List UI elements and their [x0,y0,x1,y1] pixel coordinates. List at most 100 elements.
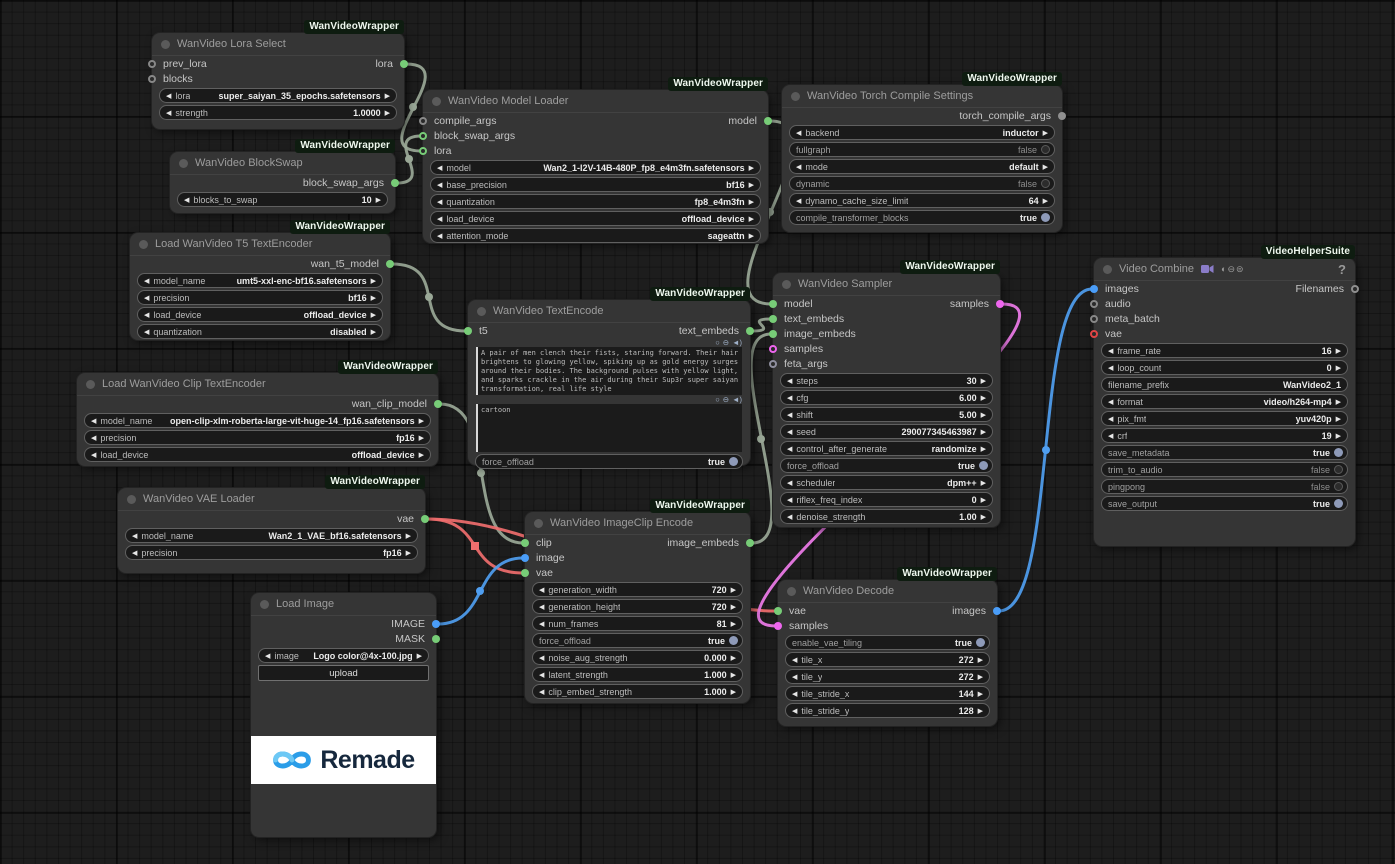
node-header[interactable]: WanVideo ImageClip Encode [525,512,750,535]
widget-crf[interactable]: ◀crf19▶ [1101,428,1348,443]
widget-left-arrow-icon[interactable]: ◀ [796,197,801,205]
widget-left-arrow-icon[interactable]: ◀ [539,620,544,628]
node-vae-loader[interactable]: WanVideo VAE Loadervae◀model_nameWan2_1_… [118,488,425,573]
circle-icon[interactable]: ○ [715,395,720,404]
node-model-loader[interactable]: WanVideo Model Loadercompile_argsmodelbl… [423,90,768,243]
widget-right-arrow-icon[interactable]: ▶ [1336,347,1341,355]
node-imageclip[interactable]: WanVideo ImageClip Encodeclipimage_embed… [525,512,750,703]
collapse-dot-icon[interactable] [179,159,188,168]
widget-cfg[interactable]: ◀cfg6.00▶ [780,390,993,405]
slot-out-lora[interactable] [400,60,408,68]
widget-right-arrow-icon[interactable]: ▶ [731,620,736,628]
slot-out-images[interactable] [993,607,1001,615]
widget-model_name[interactable]: ◀model_nameWan2_1_VAE_bf16.safetensors▶ [125,528,418,543]
widget-right-arrow-icon[interactable]: ▶ [417,652,422,660]
slot-in-vae[interactable] [521,569,529,577]
widget-right-arrow-icon[interactable]: ▶ [1336,364,1341,372]
widget-left-arrow-icon[interactable]: ◀ [144,311,149,319]
node-graph-canvas[interactable]: WanVideoWrapperWanVideo Lora Selectprev_… [0,0,1395,864]
slot-out-torch_compile_args[interactable] [1058,112,1066,120]
node-t5-loader[interactable]: Load WanVideo T5 TextEncoderwan_t5_model… [130,233,390,340]
widget-left-arrow-icon[interactable]: ◀ [144,294,149,302]
widget-right-arrow-icon[interactable]: ▶ [749,198,754,206]
collapse-dot-icon[interactable] [260,600,269,609]
widget-right-arrow-icon[interactable]: ▶ [978,707,983,715]
toggle-knob[interactable] [1334,448,1343,457]
widget-precision[interactable]: ◀precisionfp16▶ [84,430,431,445]
collapse-dot-icon[interactable] [139,240,148,249]
widget-right-arrow-icon[interactable]: ▶ [1043,197,1048,205]
widget-denoise_strength[interactable]: ◀denoise_strength1.00▶ [780,509,993,524]
widget-right-arrow-icon[interactable]: ▶ [981,377,986,385]
widget-right-arrow-icon[interactable]: ▶ [419,417,424,425]
slot-in-samples[interactable] [769,345,777,353]
node-textencode[interactable]: WanVideo TextEncodet5text_embeds○⊖◄)A pa… [468,300,750,465]
widget-left-arrow-icon[interactable]: ◀ [437,198,442,206]
slot-out-wan_t5_model[interactable] [386,260,394,268]
slot-in-image_embeds[interactable] [769,330,777,338]
node-load-image[interactable]: Load ImageIMAGEMASK◀imageLogo color@4x-1… [251,593,436,837]
widget-dynamic[interactable]: dynamicfalse [789,176,1055,191]
widget-save_metadata[interactable]: save_metadatatrue [1101,445,1348,460]
slot-in-vae[interactable] [774,607,782,615]
widget-clip_embed_strength[interactable]: ◀clip_embed_strength1.000▶ [532,684,743,699]
widget-left-arrow-icon[interactable]: ◀ [437,164,442,172]
widget-left-arrow-icon[interactable]: ◀ [184,196,189,204]
widget-right-arrow-icon[interactable]: ▶ [406,532,411,540]
widget-load_device[interactable]: ◀load_deviceoffload_device▶ [430,211,761,226]
widget-left-arrow-icon[interactable]: ◀ [539,603,544,611]
widget-enable_vae_tiling[interactable]: enable_vae_tilingtrue [785,635,990,650]
slot-in-lora[interactable] [419,147,427,155]
widget-precision[interactable]: ◀precisionfp16▶ [125,545,418,560]
node-blockswap[interactable]: WanVideo BlockSwapblock_swap_args◀blocks… [170,152,395,213]
widget-precision[interactable]: ◀precisionbf16▶ [137,290,383,305]
widget-right-arrow-icon[interactable]: ▶ [1336,398,1341,406]
toggle-knob[interactable] [1334,482,1343,491]
node-sampler[interactable]: WanVideo Samplermodelsamplestext_embedsi… [773,273,1000,527]
widget-lora[interactable]: ◀lorasuper_saiyan_35_epochs.safetensors▶ [159,88,397,103]
collapse-dot-icon[interactable] [1103,265,1112,274]
widget-left-arrow-icon[interactable]: ◀ [539,688,544,696]
widget-mode[interactable]: ◀modedefault▶ [789,159,1055,174]
widget-image[interactable]: ◀imageLogo color@4x-100.jpg▶ [258,648,429,663]
widget-left-arrow-icon[interactable]: ◀ [132,549,137,557]
collapse-dot-icon[interactable] [787,587,796,596]
widget-strength[interactable]: ◀strength1.0000▶ [159,105,397,120]
widget-steps[interactable]: ◀steps30▶ [780,373,993,388]
toggle-knob[interactable] [1041,179,1050,188]
widget-left-arrow-icon[interactable]: ◀ [1108,432,1113,440]
widget-frame_rate[interactable]: ◀frame_rate16▶ [1101,343,1348,358]
widget-right-arrow-icon[interactable]: ▶ [1043,129,1048,137]
collapse-dot-icon[interactable] [432,97,441,106]
widget-right-arrow-icon[interactable]: ▶ [981,428,986,436]
widget-riflex_freq_index[interactable]: ◀riflex_freq_index0▶ [780,492,993,507]
widget-left-arrow-icon[interactable]: ◀ [539,586,544,594]
widget-right-arrow-icon[interactable]: ▶ [981,513,986,521]
collapse-dot-icon[interactable] [477,307,486,316]
node-header[interactable]: WanVideo Torch Compile Settings [782,85,1062,108]
toggle-knob[interactable] [1041,213,1050,222]
collapse-dot-icon[interactable] [86,380,95,389]
widget-left-arrow-icon[interactable]: ◀ [787,513,792,521]
widget-left-arrow-icon[interactable]: ◀ [132,532,137,540]
widget-left-arrow-icon[interactable]: ◀ [166,92,171,100]
widget-right-arrow-icon[interactable]: ▶ [371,294,376,302]
toggle-knob[interactable] [979,461,988,470]
node-header[interactable]: Load WanVideo Clip TextEncoder [77,373,438,396]
widget-right-arrow-icon[interactable]: ▶ [731,654,736,662]
node-header[interactable]: WanVideo VAE Loader [118,488,425,511]
node-lora-select[interactable]: WanVideo Lora Selectprev_loralorablocks◀… [152,33,404,129]
minus-icon[interactable]: ⊖ [723,338,729,347]
collapse-dot-icon[interactable] [782,280,791,289]
toggle-knob[interactable] [976,638,985,647]
widget-left-arrow-icon[interactable]: ◀ [437,232,442,240]
widget-right-arrow-icon[interactable]: ▶ [731,688,736,696]
node-header[interactable]: Video Combine◐⊖⊜? [1094,258,1355,281]
minus-icon[interactable]: ⊖ [723,395,729,404]
widget-right-arrow-icon[interactable]: ▶ [731,603,736,611]
widget-right-arrow-icon[interactable]: ▶ [376,196,381,204]
slot-in-model[interactable] [769,300,777,308]
slot-in-blocks[interactable] [148,75,156,83]
widget-left-arrow-icon[interactable]: ◀ [91,451,96,459]
widget-right-arrow-icon[interactable]: ▶ [731,671,736,679]
